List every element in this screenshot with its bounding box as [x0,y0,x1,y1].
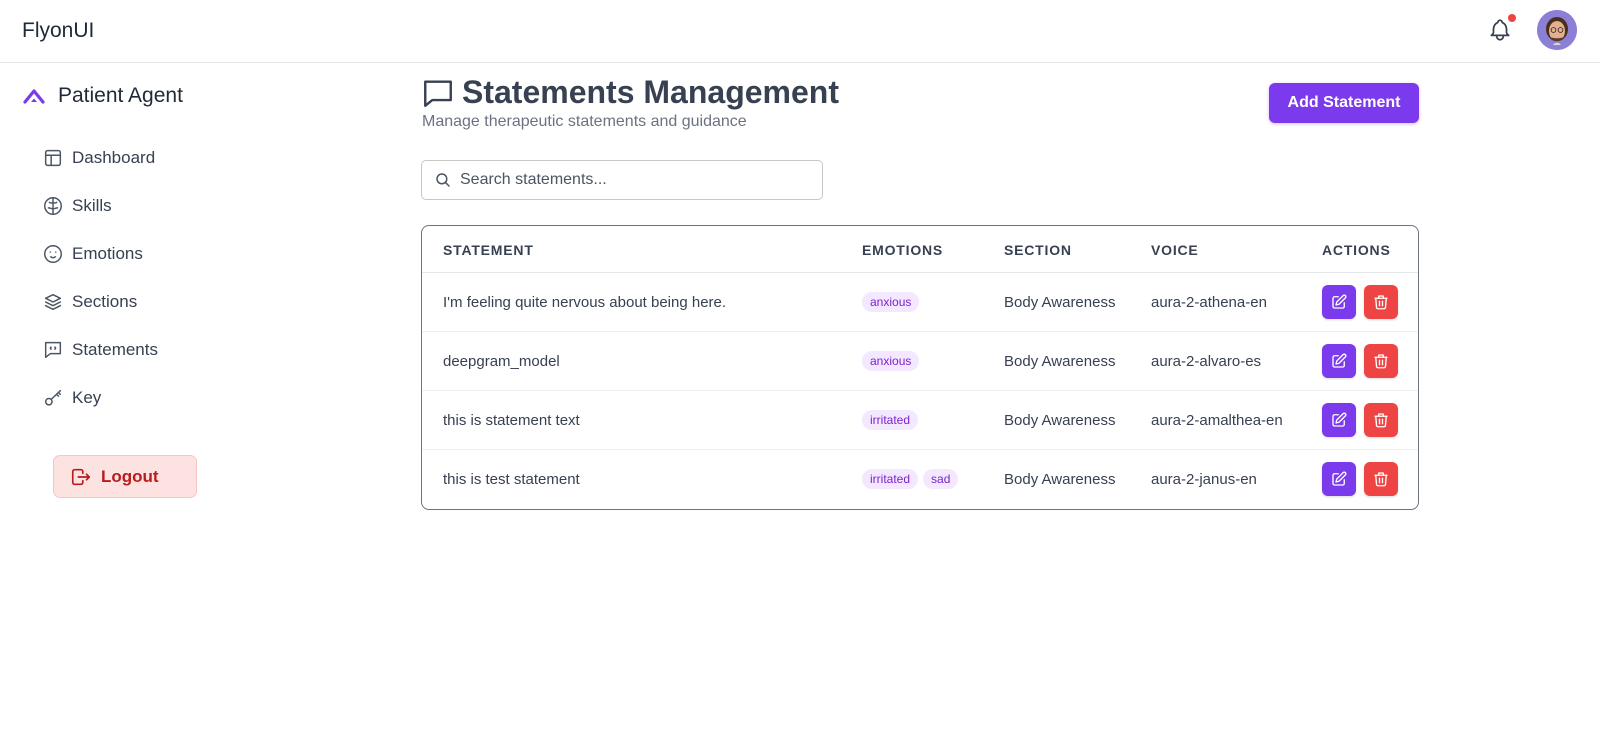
table-row: I'm feeling quite nervous about being he… [422,273,1418,332]
sidebar-item-label: Skills [72,196,112,215]
sidebar-item-sections[interactable]: Sections [42,288,137,316]
logout-button[interactable]: Logout [53,455,197,498]
column-header-actions: ACTIONS [1322,242,1391,258]
column-header-emotions: EMOTIONS [862,242,944,258]
page-title: Statements Management [462,74,839,110]
statement-cell: this is test statement [443,471,580,488]
delete-button[interactable] [1364,403,1398,437]
emotions-cell: anxious [862,292,920,312]
layers-icon [42,291,64,313]
section-cell: Body Awareness [1004,412,1116,429]
sidebar-item-label: Emotions [72,244,143,263]
column-header-statement: STATEMENT [443,242,534,258]
layout-icon [42,147,64,169]
voice-cell: aura-2-athena-en [1151,294,1267,311]
logout-icon [70,466,92,488]
column-header-section: SECTION [1004,242,1072,258]
table-row: this is test statement irritated sad Bod… [422,450,1418,509]
trash-icon [1374,295,1388,310]
statement-cell: I'm feeling quite nervous about being he… [443,294,727,311]
edit-button[interactable] [1322,344,1356,378]
page-subtitle: Manage therapeutic statements and guidan… [422,113,747,130]
statement-cell: this is statement text [443,412,580,429]
logout-label: Logout [101,466,159,486]
sidebar-item-label: Sections [72,292,138,311]
section-cell: Body Awareness [1004,471,1116,488]
table-row: deepgram_model anxious Body Awareness au… [422,332,1418,391]
trash-icon [1374,354,1388,369]
sidebar-item-key[interactable]: Key [42,384,101,412]
search-icon [434,171,452,189]
emotions-cell: anxious [862,351,920,371]
top-navbar: FlyonUI [0,0,1600,63]
message-icon [421,76,455,110]
sidebar-item-label: Key [72,388,102,407]
add-statement-button[interactable]: Add Statement [1269,83,1419,123]
voice-cell: aura-2-amalthea-en [1151,412,1283,429]
delete-button[interactable] [1364,462,1398,496]
statements-table: STATEMENT EMOTIONS SECTION VOICE ACTIONS… [421,225,1419,510]
trash-icon [1374,413,1388,428]
edit-button[interactable] [1322,403,1356,437]
statement-cell: deepgram_model [443,353,560,370]
brain-icon [42,195,64,217]
sidebar-item-dashboard[interactable]: Dashboard [42,144,155,172]
brand-logo[interactable]: FlyonUI [22,19,94,43]
voice-cell: aura-2-alvaro-es [1151,353,1262,370]
edit-icon [1332,412,1347,427]
emotions-cell: irritated sad [862,469,959,489]
key-icon [42,387,64,409]
column-header-voice: VOICE [1151,242,1199,258]
message-quote-icon [42,339,64,361]
notification-dot [1508,14,1516,22]
edit-icon [1332,353,1347,368]
section-cell: Body Awareness [1004,353,1116,370]
avatar[interactable] [1537,10,1577,50]
smile-icon [42,243,64,265]
table-header: STATEMENT EMOTIONS SECTION VOICE ACTIONS [422,226,1418,273]
sidebar-app-name: Patient Agent [58,84,183,107]
voice-cell: aura-2-janus-en [1151,471,1257,488]
edit-icon [1332,471,1347,486]
table-row: this is statement text irritated Body Aw… [422,391,1418,450]
emotion-badge: sad [923,469,959,489]
sidebar-item-emotions[interactable]: Emotions [42,240,143,268]
chevron-up-logo-icon [22,84,46,108]
edit-button[interactable] [1322,285,1356,319]
trash-icon [1374,472,1388,487]
sidebar-item-label: Dashboard [72,148,156,167]
search-input[interactable] [460,171,800,189]
sidebar-item-skills[interactable]: Skills [42,192,112,220]
delete-button[interactable] [1364,285,1398,319]
emotion-badge: anxious [862,292,920,312]
emotion-badge: irritated [862,469,919,489]
sidebar-item-label: Statements [72,340,158,359]
sidebar-brand[interactable]: Patient Agent [22,83,183,109]
emotion-badge: anxious [862,351,920,371]
sidebar-item-statements[interactable]: Statements [42,336,158,364]
section-cell: Body Awareness [1004,294,1116,311]
page-header: Statements Management [421,74,839,111]
search-box[interactable] [421,160,823,200]
edit-button[interactable] [1322,462,1356,496]
delete-button[interactable] [1364,344,1398,378]
emotion-badge: irritated [862,410,919,430]
emotions-cell: irritated [862,410,919,430]
edit-icon [1332,294,1347,309]
